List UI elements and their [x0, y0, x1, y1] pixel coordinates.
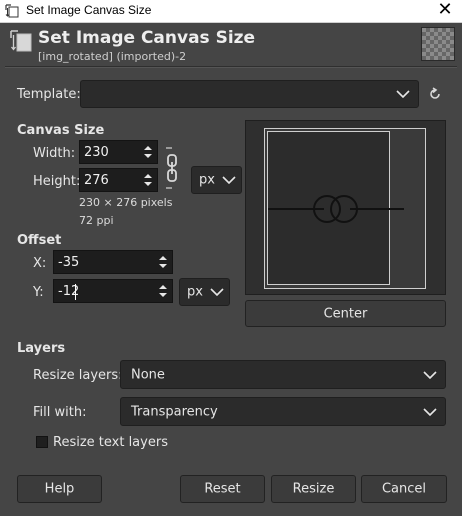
chevron-down-icon [396, 90, 410, 98]
width-spinbutton[interactable]: 230 [79, 140, 158, 164]
canvas-preview-image[interactable] [264, 128, 426, 289]
resize-button[interactable]: Resize [271, 475, 356, 503]
layers-section-label: Layers [17, 341, 66, 356]
width-label: Width: [33, 146, 76, 161]
chevron-down-icon [423, 370, 437, 379]
help-button[interactable]: Help [17, 475, 102, 503]
offset-y-label: Y: [33, 285, 44, 300]
close-button[interactable]: ✕ [428, 0, 462, 22]
spin-arrows-icon[interactable] [142, 171, 154, 189]
fill-with-select[interactable]: Transparency [120, 397, 446, 426]
canvas-size-icon [5, 4, 19, 18]
chevron-down-icon [210, 288, 224, 296]
chain-link-icon[interactable] [164, 146, 180, 190]
spin-arrows-icon[interactable] [157, 253, 169, 271]
height-label: Height: [33, 174, 81, 189]
resize-text-layers-checkbox[interactable] [36, 436, 48, 448]
cancel-button[interactable]: Cancel [361, 475, 447, 503]
size-pixels-info: 230 × 276 pixels [79, 196, 173, 209]
window-title: Set Image Canvas Size [26, 3, 152, 17]
header-separator [5, 66, 457, 68]
offset-x-label: X: [33, 256, 47, 271]
height-spinbutton[interactable]: 276 [79, 168, 158, 192]
chevron-down-icon [423, 407, 437, 416]
offset-unit-select[interactable]: px [179, 278, 230, 306]
chevron-down-icon [222, 176, 236, 184]
reset-icon[interactable] [428, 87, 442, 101]
center-button[interactable]: Center [245, 300, 446, 327]
spin-arrows-icon[interactable] [157, 282, 169, 300]
offset-x-spinbutton[interactable]: -35 [53, 250, 173, 274]
offset-section-label: Offset [17, 233, 62, 248]
image-name: [img_rotated] (imported)-2 [38, 50, 187, 63]
text-cursor [75, 284, 76, 300]
close-icon[interactable]: ✕ [437, 0, 452, 20]
resize-text-layers-label[interactable]: Resize text layers [53, 435, 168, 450]
fill-with-label: Fill with: [33, 405, 87, 420]
offset-y-spinbutton[interactable]: -12 [53, 279, 173, 303]
window-titlebar: Set Image Canvas Size ✕ [0, 0, 462, 23]
canvas-preview[interactable] [245, 120, 446, 295]
canvas-size-icon [10, 30, 32, 52]
resolution-info: 72 ppi [79, 214, 114, 227]
dialog-header: Set Image Canvas Size [img_rotated] (imp… [0, 23, 462, 65]
template-select[interactable] [80, 80, 419, 108]
resize-layers-select[interactable]: None [120, 360, 446, 389]
image-thumbnail [421, 27, 455, 61]
reset-button[interactable]: Reset [180, 475, 265, 503]
canvas-size-section-label: Canvas Size [17, 123, 105, 138]
resize-layers-label: Resize layers: [33, 368, 123, 383]
template-label: Template: [17, 87, 81, 102]
spin-arrows-icon[interactable] [142, 143, 154, 161]
size-unit-select[interactable]: px [191, 166, 242, 194]
dialog-title: Set Image Canvas Size [38, 28, 256, 48]
